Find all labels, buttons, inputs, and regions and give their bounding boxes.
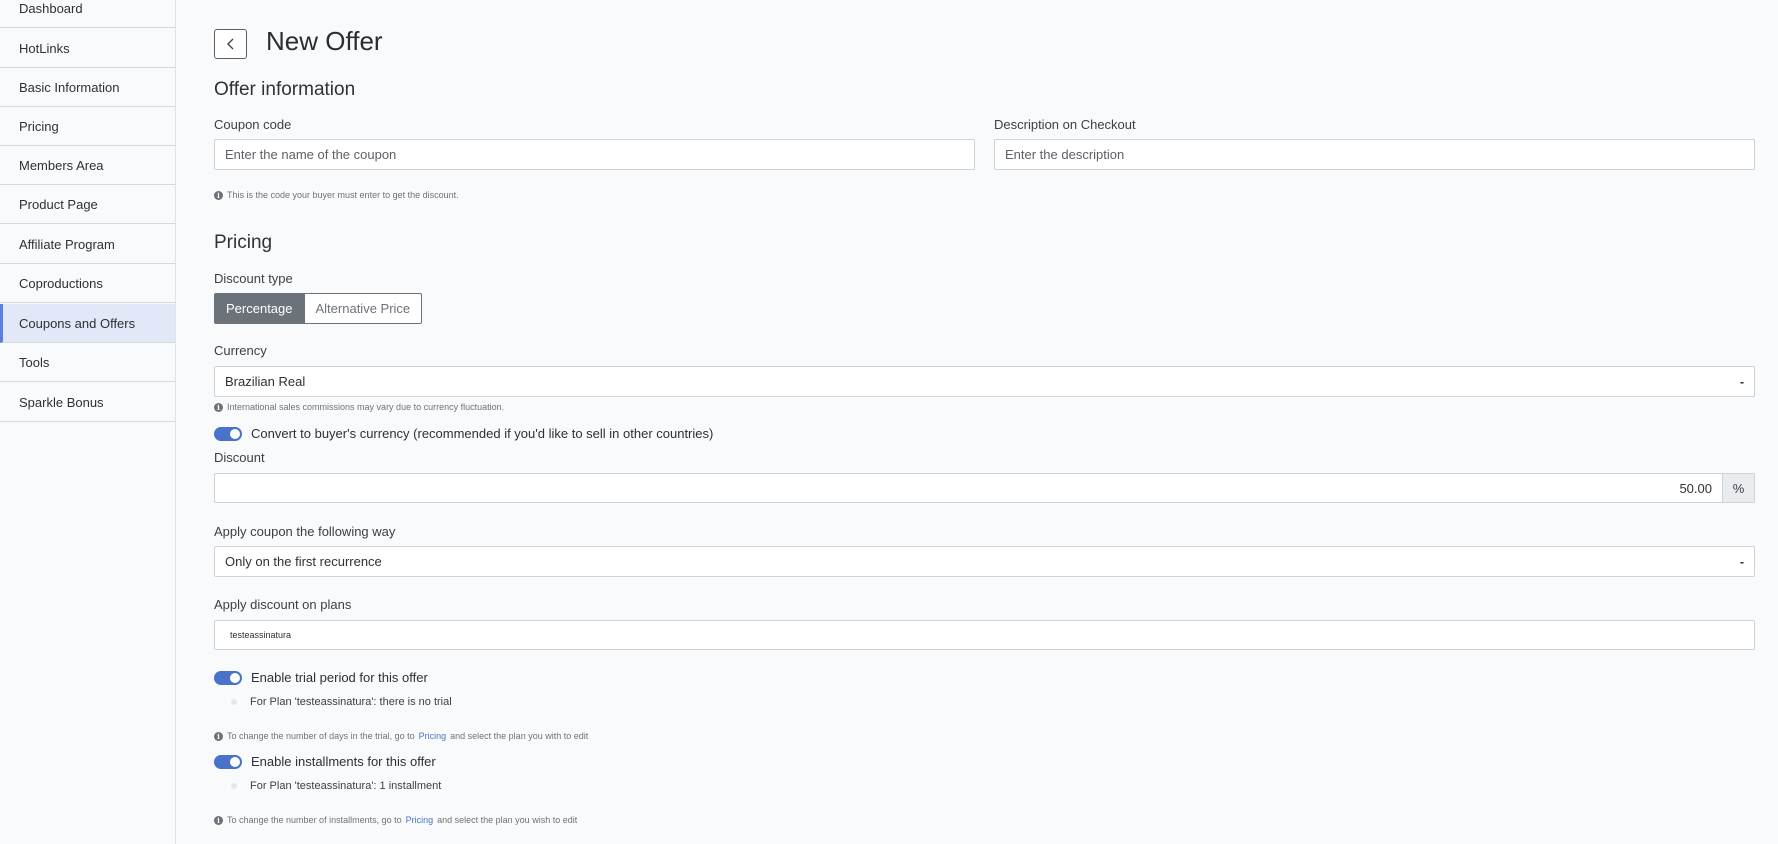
pricing-heading: Pricing (214, 232, 273, 253)
installments-help-text: i To change the number of installments, … (214, 815, 577, 825)
back-button[interactable] (214, 29, 247, 59)
bullet-dot (231, 783, 237, 789)
sidebar-item-affiliate-program[interactable]: Affiliate Program (0, 225, 175, 264)
sidebar-item-coproductions[interactable]: Coproductions (0, 264, 175, 303)
installments-help-suffix: and select the plan you wish to edit (437, 815, 578, 825)
info-icon: i (214, 402, 223, 412)
info-icon: i (214, 731, 223, 741)
trial-plan-note: For Plan 'testeassinatura': there is no … (231, 696, 452, 708)
chevron-left-icon (226, 38, 233, 50)
currency-help-text: i International sales commissions may va… (214, 402, 504, 412)
sidebar-item-basic-information[interactable]: Basic Information (0, 68, 175, 107)
trial-row: Enable trial period for this offer (214, 670, 428, 685)
description-input[interactable]: Enter the description (994, 139, 1755, 170)
installments-toggle[interactable] (214, 754, 242, 769)
discount-type-segmented: Percentage Alternative Price (214, 293, 423, 324)
sidebar-item-dashboard[interactable]: Dashboard (0, 0, 175, 28)
discount-input-group: 50.00 % (214, 473, 1755, 503)
trial-plan-note-text: For Plan 'testeassinatura': there is no … (250, 696, 452, 708)
installments-row: Enable installments for this offer (214, 754, 436, 769)
info-icon: i (214, 190, 223, 200)
trial-pricing-link[interactable]: Pricing (419, 731, 447, 741)
discount-label: Discount (214, 450, 265, 465)
sidebar-item-sparkle-bonus[interactable]: Sparkle Bonus (0, 383, 175, 422)
sidebar: Dashboard HotLinks Basic Information Pri… (0, 0, 176, 844)
coupon-help-text: i This is the code your buyer must enter… (214, 190, 459, 200)
convert-currency-row: Convert to buyer's currency (recommended… (214, 426, 713, 441)
percentage-option[interactable]: Percentage (214, 293, 305, 324)
trial-toggle-label: Enable trial period for this offer (251, 670, 428, 685)
discount-input[interactable]: 50.00 (214, 473, 1722, 503)
currency-help-label: International sales commissions may vary… (227, 402, 505, 412)
discount-type-label: Discount type (214, 271, 293, 286)
currency-value: Brazilian Real (225, 374, 306, 389)
main-content: New Offer Offer information Coupon code … (176, 0, 1778, 844)
coupon-code-label: Coupon code (214, 117, 292, 132)
caret-down-icon: - (1740, 375, 1744, 389)
plans-label: Apply discount on plans (214, 597, 352, 612)
alternative-price-option[interactable]: Alternative Price (304, 293, 423, 324)
coupon-code-input[interactable]: Enter the name of the coupon (214, 139, 975, 170)
convert-currency-toggle[interactable] (214, 426, 242, 441)
installments-plan-note-text: For Plan 'testeassinatura': 1 installmen… (250, 780, 442, 792)
info-icon: i (214, 815, 223, 825)
sidebar-item-hotlinks[interactable]: HotLinks (0, 29, 175, 68)
page-title: New Offer (266, 26, 383, 56)
caret-down-icon: - (1740, 555, 1744, 569)
installments-toggle-label: Enable installments for this offer (251, 754, 436, 769)
sidebar-item-tools[interactable]: Tools (0, 343, 175, 382)
apply-way-label: Apply coupon the following way (214, 524, 396, 539)
currency-label: Currency (214, 343, 267, 358)
installments-plan-note: For Plan 'testeassinatura': 1 installmen… (231, 780, 441, 792)
bullet-dot (231, 699, 237, 705)
description-label: Description on Checkout (994, 117, 1136, 132)
coupon-help-label: This is the code your buyer must enter t… (227, 190, 459, 200)
sidebar-item-members-area[interactable]: Members Area (0, 146, 175, 185)
trial-help-text: i To change the number of days in the tr… (214, 731, 588, 741)
sidebar-item-pricing[interactable]: Pricing (0, 107, 175, 146)
sidebar-item-product-page[interactable]: Product Page (0, 185, 175, 224)
percent-addon: % (1722, 473, 1755, 503)
sidebar-item-coupons-and-offers[interactable]: Coupons and Offers (0, 304, 175, 343)
installments-help-prefix: To change the number of installments, go… (227, 815, 402, 825)
apply-way-value: Only on the first recurrence (225, 554, 382, 569)
trial-help-suffix: and select the plan you with to edit (450, 731, 589, 741)
currency-select[interactable]: Brazilian Real - (214, 366, 1755, 397)
offer-information-heading: Offer information (214, 79, 356, 100)
plan-tag: testeassinatura (230, 630, 292, 640)
installments-pricing-link[interactable]: Pricing (406, 815, 434, 825)
plans-input[interactable]: testeassinatura (214, 620, 1755, 650)
trial-help-prefix: To change the number of days in the tria… (227, 731, 415, 741)
trial-toggle[interactable] (214, 670, 242, 685)
apply-way-select[interactable]: Only on the first recurrence - (214, 546, 1755, 577)
convert-currency-label: Convert to buyer's currency (recommended… (251, 426, 714, 441)
